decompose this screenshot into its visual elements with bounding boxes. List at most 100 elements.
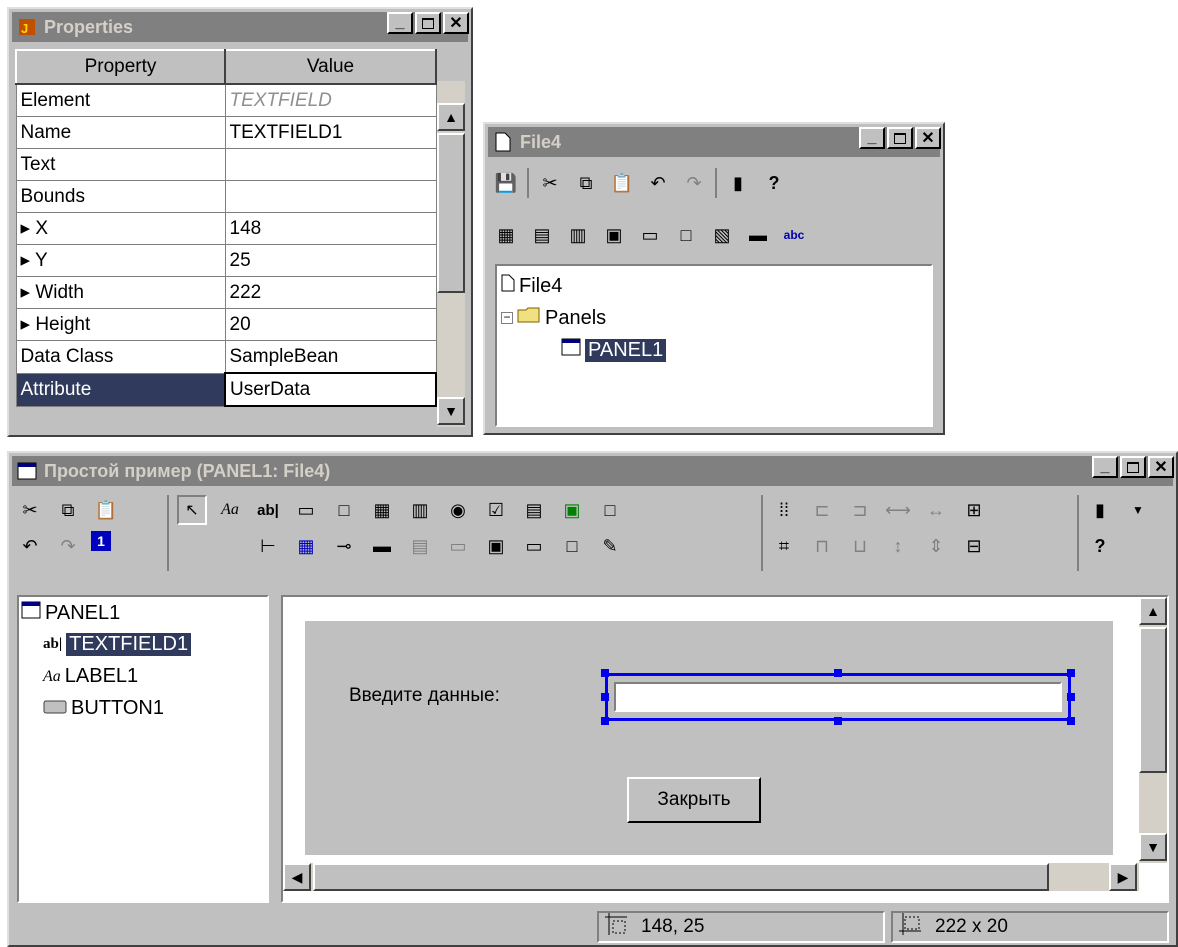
table-row[interactable]: Bounds <box>15 180 437 213</box>
canvas-label[interactable]: Введите данные: <box>349 685 500 707</box>
canvas-close-button[interactable]: Закрыть <box>627 777 761 823</box>
new-panel-icon[interactable]: ▦ <box>491 220 521 250</box>
minimize-button[interactable]: _ <box>387 12 413 34</box>
maximize-button[interactable] <box>1120 456 1146 478</box>
tabs-tool-icon[interactable]: ▭ <box>519 531 549 561</box>
tab-order-icon[interactable]: 1 <box>91 531 111 551</box>
scroll-left-button[interactable]: ◀ <box>283 863 311 891</box>
resize-handle[interactable] <box>601 693 609 701</box>
same-width-icon[interactable]: ⟷ <box>883 495 913 525</box>
canvas-textfield[interactable] <box>605 673 1071 721</box>
textfield-tool-icon[interactable]: ab| <box>253 495 283 525</box>
horizontal-space-icon[interactable]: ↔ <box>921 495 951 525</box>
same-height-icon[interactable]: ↕ <box>883 531 913 561</box>
canvas-hscrollbar[interactable]: ◀ ▶ <box>283 863 1139 891</box>
grid-icon[interactable]: ⁞⁞ <box>769 495 799 525</box>
close-button[interactable]: ✕ <box>915 127 941 149</box>
properties-icon[interactable]: ▮ <box>1085 495 1115 525</box>
table-row[interactable]: ▸ X 148 <box>15 212 437 245</box>
expand-arrow-icon[interactable]: ▸ <box>21 218 31 239</box>
spinner-tool-icon[interactable]: ▭ <box>443 531 473 561</box>
edit-tool-icon[interactable]: ✎ <box>595 531 625 561</box>
tree-tool-icon[interactable]: ⊢ <box>253 531 283 561</box>
table-row[interactable]: Text <box>15 148 437 181</box>
button-tool-icon[interactable]: ▭ <box>291 495 321 525</box>
checkbox-tool-icon[interactable]: ☑ <box>481 495 511 525</box>
custom-tool-icon[interactable]: □ <box>595 495 625 525</box>
resize-handle[interactable] <box>601 717 609 725</box>
dropdown-arrow-icon[interactable]: ▼ <box>1123 495 1153 525</box>
value-column-header[interactable]: Value <box>224 49 437 85</box>
align-left-icon[interactable]: ⊏ <box>807 495 837 525</box>
expand-arrow-icon[interactable]: ▸ <box>21 250 31 271</box>
paste-icon[interactable]: 📋 <box>91 495 121 525</box>
undo-icon[interactable]: ↶ <box>643 168 673 198</box>
table-row[interactable]: Name TEXTFIELD1 <box>15 116 437 149</box>
new-menu-icon[interactable]: ▤ <box>527 220 557 250</box>
pointer-icon[interactable]: ↖ <box>177 495 207 525</box>
help-icon[interactable]: ? <box>1085 531 1115 561</box>
tree-item-panel1[interactable]: PANEL1 <box>21 601 120 625</box>
canvas-vscrollbar[interactable]: ▲ ▼ <box>1139 597 1167 863</box>
resize-handle[interactable] <box>834 669 842 677</box>
save-icon[interactable]: 💾 <box>491 168 521 198</box>
properties-scrollbar[interactable]: ▲ ▼ <box>437 81 465 427</box>
label-tool-icon[interactable]: Aa <box>215 495 245 525</box>
center-vertical-icon[interactable]: ⊟ <box>959 531 989 561</box>
properties-icon[interactable]: ▮ <box>723 168 753 198</box>
scroll-up-button[interactable]: ▲ <box>437 103 465 131</box>
resize-handle[interactable] <box>834 717 842 725</box>
scroll-thumb[interactable] <box>313 863 1049 891</box>
cut-icon[interactable]: ✂ <box>15 495 45 525</box>
maximize-button[interactable] <box>887 127 913 149</box>
resize-handle[interactable] <box>1067 717 1075 725</box>
close-button[interactable]: ✕ <box>443 12 469 34</box>
table-tool-icon[interactable]: ▥ <box>405 495 435 525</box>
radio-tool-icon[interactable]: ◉ <box>443 495 473 525</box>
expand-arrow-icon[interactable]: ▸ <box>21 282 31 303</box>
redo-icon[interactable]: ↷ <box>679 168 709 198</box>
grid-tool-icon[interactable]: ▦ <box>291 531 321 561</box>
table-row[interactable]: ▸ Width 222 <box>15 276 437 309</box>
new-string-icon[interactable]: abc <box>779 220 809 250</box>
resize-handle[interactable] <box>1067 669 1075 677</box>
maximize-button[interactable] <box>415 12 441 34</box>
close-button[interactable]: ✕ <box>1148 456 1174 478</box>
scroll-thumb[interactable] <box>1139 627 1167 773</box>
panel-canvas[interactable]: Введите данные: Закрыть <box>305 621 1113 855</box>
scroll-thumb[interactable] <box>437 133 465 293</box>
image-tool-icon[interactable]: ▣ <box>557 495 587 525</box>
tree-item-panel1[interactable]: PANEL1 <box>561 338 667 362</box>
scroll-right-button[interactable]: ▶ <box>1109 863 1137 891</box>
vertical-space-icon[interactable]: ⇕ <box>921 531 951 561</box>
bounds-icon[interactable]: ⌗ <box>769 531 799 561</box>
resize-handle[interactable] <box>1067 693 1075 701</box>
new-frame-icon[interactable]: □ <box>671 220 701 250</box>
table-row[interactable]: ▸ Y 25 <box>15 244 437 277</box>
minimize-button[interactable]: _ <box>859 127 885 149</box>
scroll-down-button[interactable]: ▼ <box>1139 833 1167 861</box>
collapse-icon[interactable]: − <box>501 311 513 324</box>
combobox-tool-icon[interactable]: ▤ <box>519 495 549 525</box>
resize-handle[interactable] <box>601 669 609 677</box>
tree-item-label1[interactable]: Aa LABEL1 <box>43 665 138 688</box>
center-horizontal-icon[interactable]: ⊞ <box>959 495 989 525</box>
minimize-button[interactable]: _ <box>1092 456 1118 478</box>
progress-tool-icon[interactable]: ▬ <box>367 531 397 561</box>
main-titlebar[interactable]: Простой пример (PANEL1: File4) <box>12 456 1173 486</box>
tree-item-textfield1[interactable]: ab| TEXTFIELD1 <box>43 633 192 656</box>
expand-arrow-icon[interactable]: ▸ <box>21 314 31 335</box>
scroll-down-button[interactable]: ▼ <box>437 397 465 425</box>
redo-icon[interactable]: ↷ <box>53 531 83 561</box>
property-column-header[interactable]: Property <box>15 49 226 85</box>
copy-icon[interactable]: ⧉ <box>571 168 601 198</box>
scroll-up-button[interactable]: ▲ <box>1139 597 1167 625</box>
align-bottom-icon[interactable]: ⊔ <box>845 531 875 561</box>
table-row[interactable]: ▸ Height 20 <box>15 308 437 341</box>
table-row[interactable]: Data Class SampleBean <box>15 340 437 374</box>
new-image-icon[interactable]: ▬ <box>743 220 773 250</box>
tree-item-file4[interactable]: File4 <box>501 274 562 298</box>
cut-icon[interactable]: ✂ <box>535 168 565 198</box>
tree-item-panels[interactable]: − Panels <box>501 306 606 330</box>
frame-tool-icon[interactable]: □ <box>557 531 587 561</box>
